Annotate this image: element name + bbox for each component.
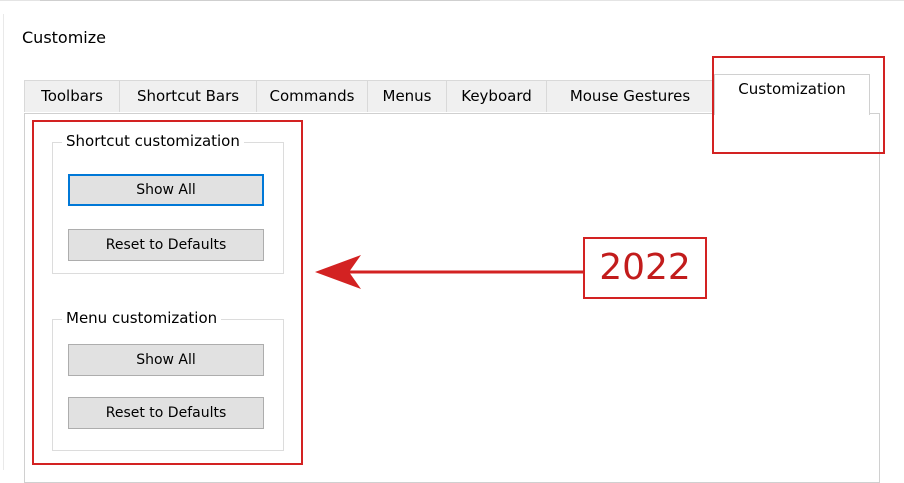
window-title: Customize <box>22 28 106 47</box>
arrow-left-icon <box>315 255 583 289</box>
tab-menus[interactable]: Menus <box>367 80 447 112</box>
tab-toolbars[interactable]: Toolbars <box>24 80 120 112</box>
tab-shortcut-bars[interactable]: Shortcut Bars <box>119 80 257 112</box>
tab-customization[interactable]: Customization <box>714 74 870 115</box>
top-border-accent <box>40 0 480 1</box>
tab-keyboard[interactable]: Keyboard <box>446 80 547 112</box>
tab-strip: Toolbars Shortcut Bars Commands Menus Ke… <box>24 74 884 115</box>
tab-commands[interactable]: Commands <box>256 80 368 112</box>
tab-mouse-gestures[interactable]: Mouse Gestures <box>546 80 714 112</box>
highlight-box-groups <box>32 120 303 465</box>
year-annotation-label: 2022 <box>583 237 707 299</box>
left-border <box>3 14 4 470</box>
